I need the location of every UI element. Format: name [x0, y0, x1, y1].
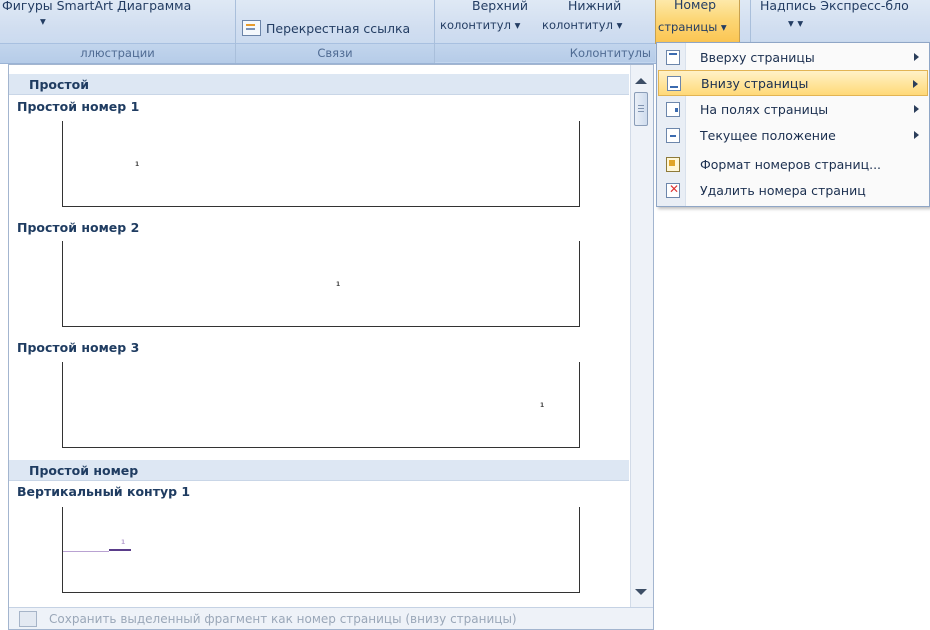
submenu-arrow-icon	[914, 105, 919, 113]
group-label-links: Связи	[236, 43, 434, 63]
menu-item-label: На полях страницы	[700, 101, 829, 117]
page-margin-icon	[666, 101, 680, 117]
scroll-up-arrow-icon[interactable]	[635, 78, 647, 84]
save-selection-label: Сохранить выделенный фрагмент как номер …	[49, 611, 517, 626]
header-button[interactable]: колонтитул ▾	[440, 18, 520, 32]
gallery-item-title: Простой номер 3	[17, 340, 140, 355]
page-number-gallery: Простой Простой номер 1 1 Простой номер …	[8, 64, 654, 630]
gallery-item-preview[interactable]: 1	[62, 241, 580, 327]
menu-item-bottom-of-page[interactable]: Внизу страницы	[658, 70, 928, 96]
menu-item-top-of-page[interactable]: Вверху страницы	[658, 44, 928, 70]
footer-button-top[interactable]: Нижний	[568, 0, 621, 13]
menu-item-label: Удалить номера страниц	[700, 182, 866, 198]
menu-item-label: Формат номеров страниц...	[700, 156, 882, 172]
footer-button[interactable]: колонтитул ▾	[542, 18, 622, 32]
illustrations-dropdown-arrows[interactable]: ▾	[40, 14, 46, 28]
gallery-section-header: Простой	[9, 74, 629, 95]
page-number-sample: 1	[336, 281, 341, 288]
textbox-quickparts-buttons[interactable]: Надпись Экспресс-бло	[760, 0, 909, 13]
scroll-thumb[interactable]	[634, 92, 648, 126]
delete-icon	[666, 182, 680, 198]
save-gallery-icon	[19, 610, 37, 627]
gallery-scrollbar[interactable]	[630, 65, 653, 607]
group-label-illustrations: ллюстрации	[0, 43, 235, 63]
page-number-sample: 1	[540, 402, 545, 409]
submenu-arrow-icon	[913, 80, 918, 88]
page-number-button[interactable]: Номер страницы ▾	[655, 0, 740, 44]
menu-item-label: Внизу страницы	[701, 75, 809, 91]
menu-item-current-position[interactable]: Текущее положение	[658, 122, 928, 148]
format-icon	[666, 156, 680, 172]
outline-line	[63, 551, 109, 552]
outline-bar	[109, 549, 131, 551]
submenu-arrow-icon	[914, 131, 919, 139]
page-number-menu: Вверху страницы Внизу страницы На полях …	[656, 42, 930, 207]
gallery-item-preview[interactable]: 1	[62, 362, 580, 448]
menu-item-page-margins[interactable]: На полях страницы	[658, 96, 928, 122]
gallery-section-header: Простой номер	[9, 460, 629, 481]
save-selection-as-page-number: Сохранить выделенный фрагмент как номер …	[9, 607, 653, 629]
gallery-item-title: Простой номер 2	[17, 220, 140, 235]
menu-item-label: Текущее положение	[700, 127, 836, 143]
gallery-item-preview[interactable]: 1	[62, 121, 580, 207]
illustrations-buttons[interactable]: Фигуры SmartArt Диаграмма	[2, 0, 191, 13]
crossref-label: Перекрестная ссылка	[266, 20, 411, 36]
gallery-item-title: Простой номер 1	[17, 99, 140, 114]
scroll-down-arrow-icon[interactable]	[635, 589, 647, 595]
submenu-arrow-icon	[914, 53, 919, 61]
current-position-icon	[666, 127, 680, 143]
menu-item-remove-page-numbers[interactable]: Удалить номера страниц	[658, 177, 928, 203]
crossref-button[interactable]: Перекрестная ссылка	[242, 18, 410, 38]
page-number-sample: 1	[135, 161, 140, 168]
header-button-top[interactable]: Верхний	[472, 0, 528, 13]
menu-item-format-page-numbers[interactable]: Формат номеров страниц...	[658, 151, 928, 177]
gallery-item-title: Вертикальный контур 1	[17, 484, 191, 499]
textbox-dropdown-arrows[interactable]: ▾ ▾	[788, 16, 803, 30]
gallery-item-preview[interactable]: 1	[62, 507, 580, 593]
menu-item-label: Вверху страницы	[700, 49, 815, 65]
crossref-icon	[242, 20, 261, 36]
page-top-icon	[666, 49, 680, 65]
page-number-label-top: Номер	[674, 0, 717, 12]
page-number-label-bottom: страницы ▾	[658, 20, 727, 34]
group-label-headers: Колонтитулы	[435, 43, 655, 62]
page-bottom-icon	[667, 75, 681, 91]
page-number-sample: 1	[121, 539, 126, 546]
